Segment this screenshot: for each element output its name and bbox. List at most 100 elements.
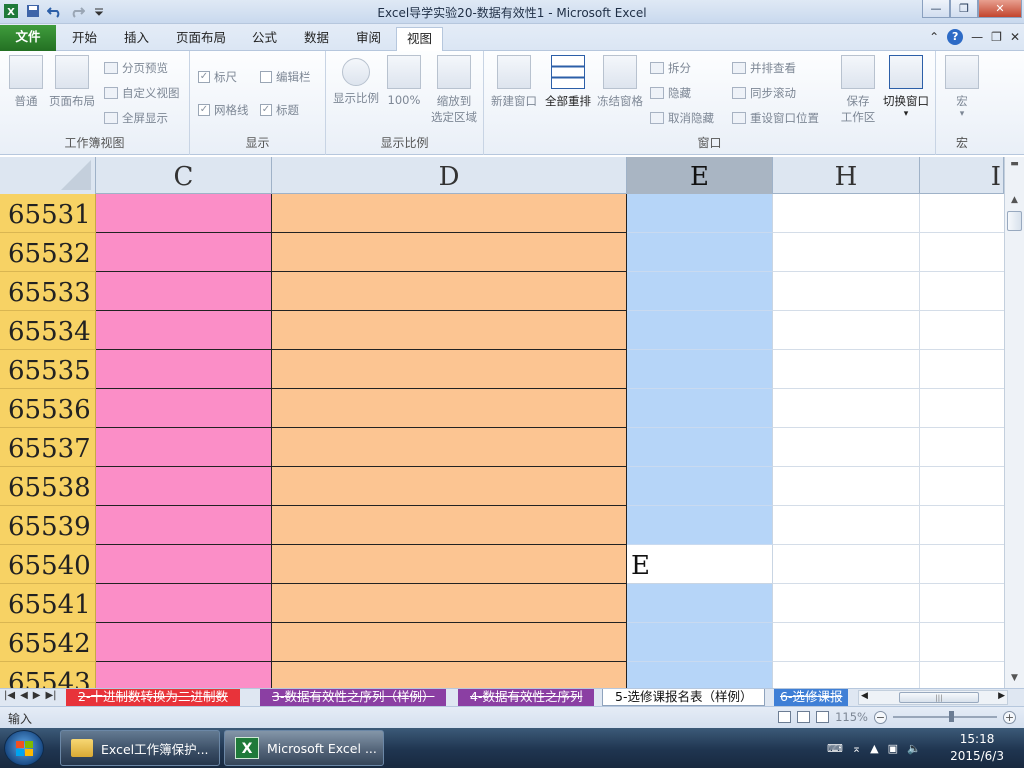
cell-e[interactable] [627, 389, 773, 428]
scroll-right-icon[interactable]: ▶ [998, 691, 1005, 701]
scroll-up-icon[interactable]: ▲ [1007, 193, 1022, 208]
column-header-h[interactable]: H [773, 157, 920, 194]
cell-d[interactable] [272, 506, 627, 545]
sheet-tab-4[interactable]: 4-数据有效性之序列 [458, 689, 595, 706]
cell-h[interactable] [773, 545, 920, 584]
cell-d[interactable] [272, 311, 627, 350]
row-header[interactable]: 65531 [0, 194, 96, 233]
column-header-d[interactable]: D [272, 157, 627, 194]
cell-c[interactable] [96, 389, 272, 428]
row-header[interactable]: 65542 [0, 623, 96, 662]
volume-icon[interactable]: 🔈 [907, 742, 921, 755]
ruler-checkbox[interactable]: ✓ 标尺 [198, 69, 237, 85]
cell-h[interactable] [773, 584, 920, 623]
cell-d[interactable] [272, 194, 627, 233]
last-sheet-icon[interactable]: ▶| [45, 690, 56, 701]
cell-e[interactable] [627, 194, 773, 233]
scroll-down-icon[interactable]: ▼ [1007, 671, 1022, 686]
custom-views-button[interactable]: 自定义视图 [104, 85, 180, 101]
cell-c[interactable] [96, 350, 272, 389]
clock[interactable]: 15:18 2015/6/3 [950, 731, 1004, 765]
cell-e[interactable]: E [627, 545, 773, 584]
page-layout-view-button[interactable]: 页面布局 [46, 55, 98, 109]
sync-scroll-button[interactable]: 同步滚动 [732, 85, 796, 101]
zoom-out-icon[interactable]: − [874, 710, 887, 724]
sheet-tab-3[interactable]: 3-数据有效性之序列（样例） [260, 689, 447, 706]
cell-d[interactable] [272, 584, 627, 623]
cell-d[interactable] [272, 350, 627, 389]
row-header[interactable]: 65533 [0, 272, 96, 311]
formula-bar-checkbox[interactable]: 编辑栏 [260, 69, 311, 85]
cell-h[interactable] [773, 623, 920, 662]
select-all-corner[interactable] [0, 157, 96, 194]
row-header[interactable]: 65536 [0, 389, 96, 428]
minimize-ribbon-icon[interactable]: ⌃ [929, 30, 939, 44]
cell-i[interactable] [920, 545, 1004, 584]
cell-d[interactable] [272, 272, 627, 311]
tab-insert[interactable]: 插入 [114, 27, 159, 51]
cell-i[interactable] [920, 506, 1004, 545]
page-break-preview-button[interactable]: 分页预览 [104, 60, 168, 76]
cell-h[interactable] [773, 311, 920, 350]
hide-button[interactable]: 隐藏 [650, 85, 691, 101]
cell-i[interactable] [920, 389, 1004, 428]
cell-h[interactable] [773, 467, 920, 506]
zoom-slider-knob[interactable] [949, 711, 954, 722]
row-header[interactable]: 65537 [0, 428, 96, 467]
next-sheet-icon[interactable]: ▶ [33, 690, 41, 701]
column-header-i[interactable]: I [920, 157, 1004, 194]
doc-minimize-icon[interactable]: — [971, 30, 983, 44]
close-icon[interactable]: ✕ [978, 0, 1022, 18]
cell-h[interactable] [773, 272, 920, 311]
new-window-button[interactable]: 新建窗口 [488, 55, 540, 109]
restore-icon[interactable]: ❐ [950, 0, 978, 18]
cell-d[interactable] [272, 233, 627, 272]
keyboard-icon[interactable]: ⌨ [827, 742, 843, 755]
horizontal-scroll-thumb[interactable]: ||| [899, 692, 979, 703]
worksheet-grid[interactable]: C D E H I 65531 65532 65533 65534 65535 65536… [0, 157, 1004, 688]
normal-view-status-icon[interactable] [778, 711, 792, 723]
split-box-icon[interactable]: ▬ [1007, 157, 1022, 172]
cell-e[interactable] [627, 584, 773, 623]
tab-home[interactable]: 开始 [62, 27, 107, 51]
tab-file[interactable]: 文件 [0, 25, 56, 51]
cell-e[interactable] [627, 311, 773, 350]
row-header[interactable]: 65540 [0, 545, 96, 584]
row-header[interactable]: 65541 [0, 584, 96, 623]
prev-sheet-icon[interactable]: ◀ [20, 690, 28, 701]
cell-h[interactable] [773, 233, 920, 272]
cell-h[interactable] [773, 506, 920, 545]
cell-c[interactable] [96, 623, 272, 662]
gridlines-checkbox[interactable]: ✓ 网格线 [198, 102, 249, 118]
cell-h[interactable] [773, 428, 920, 467]
split-button[interactable]: 拆分 [650, 60, 691, 76]
row-header[interactable]: 65543 [0, 662, 96, 688]
cell-i[interactable] [920, 428, 1004, 467]
page-break-status-icon[interactable] [816, 711, 830, 723]
cell-c[interactable] [96, 467, 272, 506]
start-button[interactable] [4, 730, 44, 766]
cell-e[interactable] [627, 506, 773, 545]
row-header[interactable]: 65539 [0, 506, 96, 545]
save-workspace-button[interactable]: 保存 工作区 [832, 55, 884, 125]
cell-c[interactable] [96, 584, 272, 623]
cell-c[interactable] [96, 662, 272, 688]
cell-d[interactable] [272, 623, 627, 662]
doc-restore-icon[interactable]: ❐ [991, 30, 1002, 44]
zoom-level[interactable]: 115% [835, 710, 868, 724]
cell-i[interactable] [920, 662, 1004, 688]
tab-page-layout[interactable]: 页面布局 [166, 27, 236, 51]
column-header-e[interactable]: E [627, 157, 773, 194]
reset-window-position-button[interactable]: 重设窗口位置 [732, 110, 819, 126]
row-header[interactable]: 65535 [0, 350, 96, 389]
cell-d[interactable] [272, 428, 627, 467]
cell-h[interactable] [773, 389, 920, 428]
full-screen-button[interactable]: 全屏显示 [104, 110, 168, 126]
show-hidden-icons-icon[interactable]: ▲ [870, 742, 878, 755]
cell-d[interactable] [272, 389, 627, 428]
tab-formulas[interactable]: 公式 [242, 27, 287, 51]
headings-checkbox[interactable]: ✓ 标题 [260, 102, 299, 118]
scroll-left-icon[interactable]: ◀ [861, 691, 868, 701]
row-header[interactable]: 65538 [0, 467, 96, 506]
cell-e[interactable] [627, 233, 773, 272]
